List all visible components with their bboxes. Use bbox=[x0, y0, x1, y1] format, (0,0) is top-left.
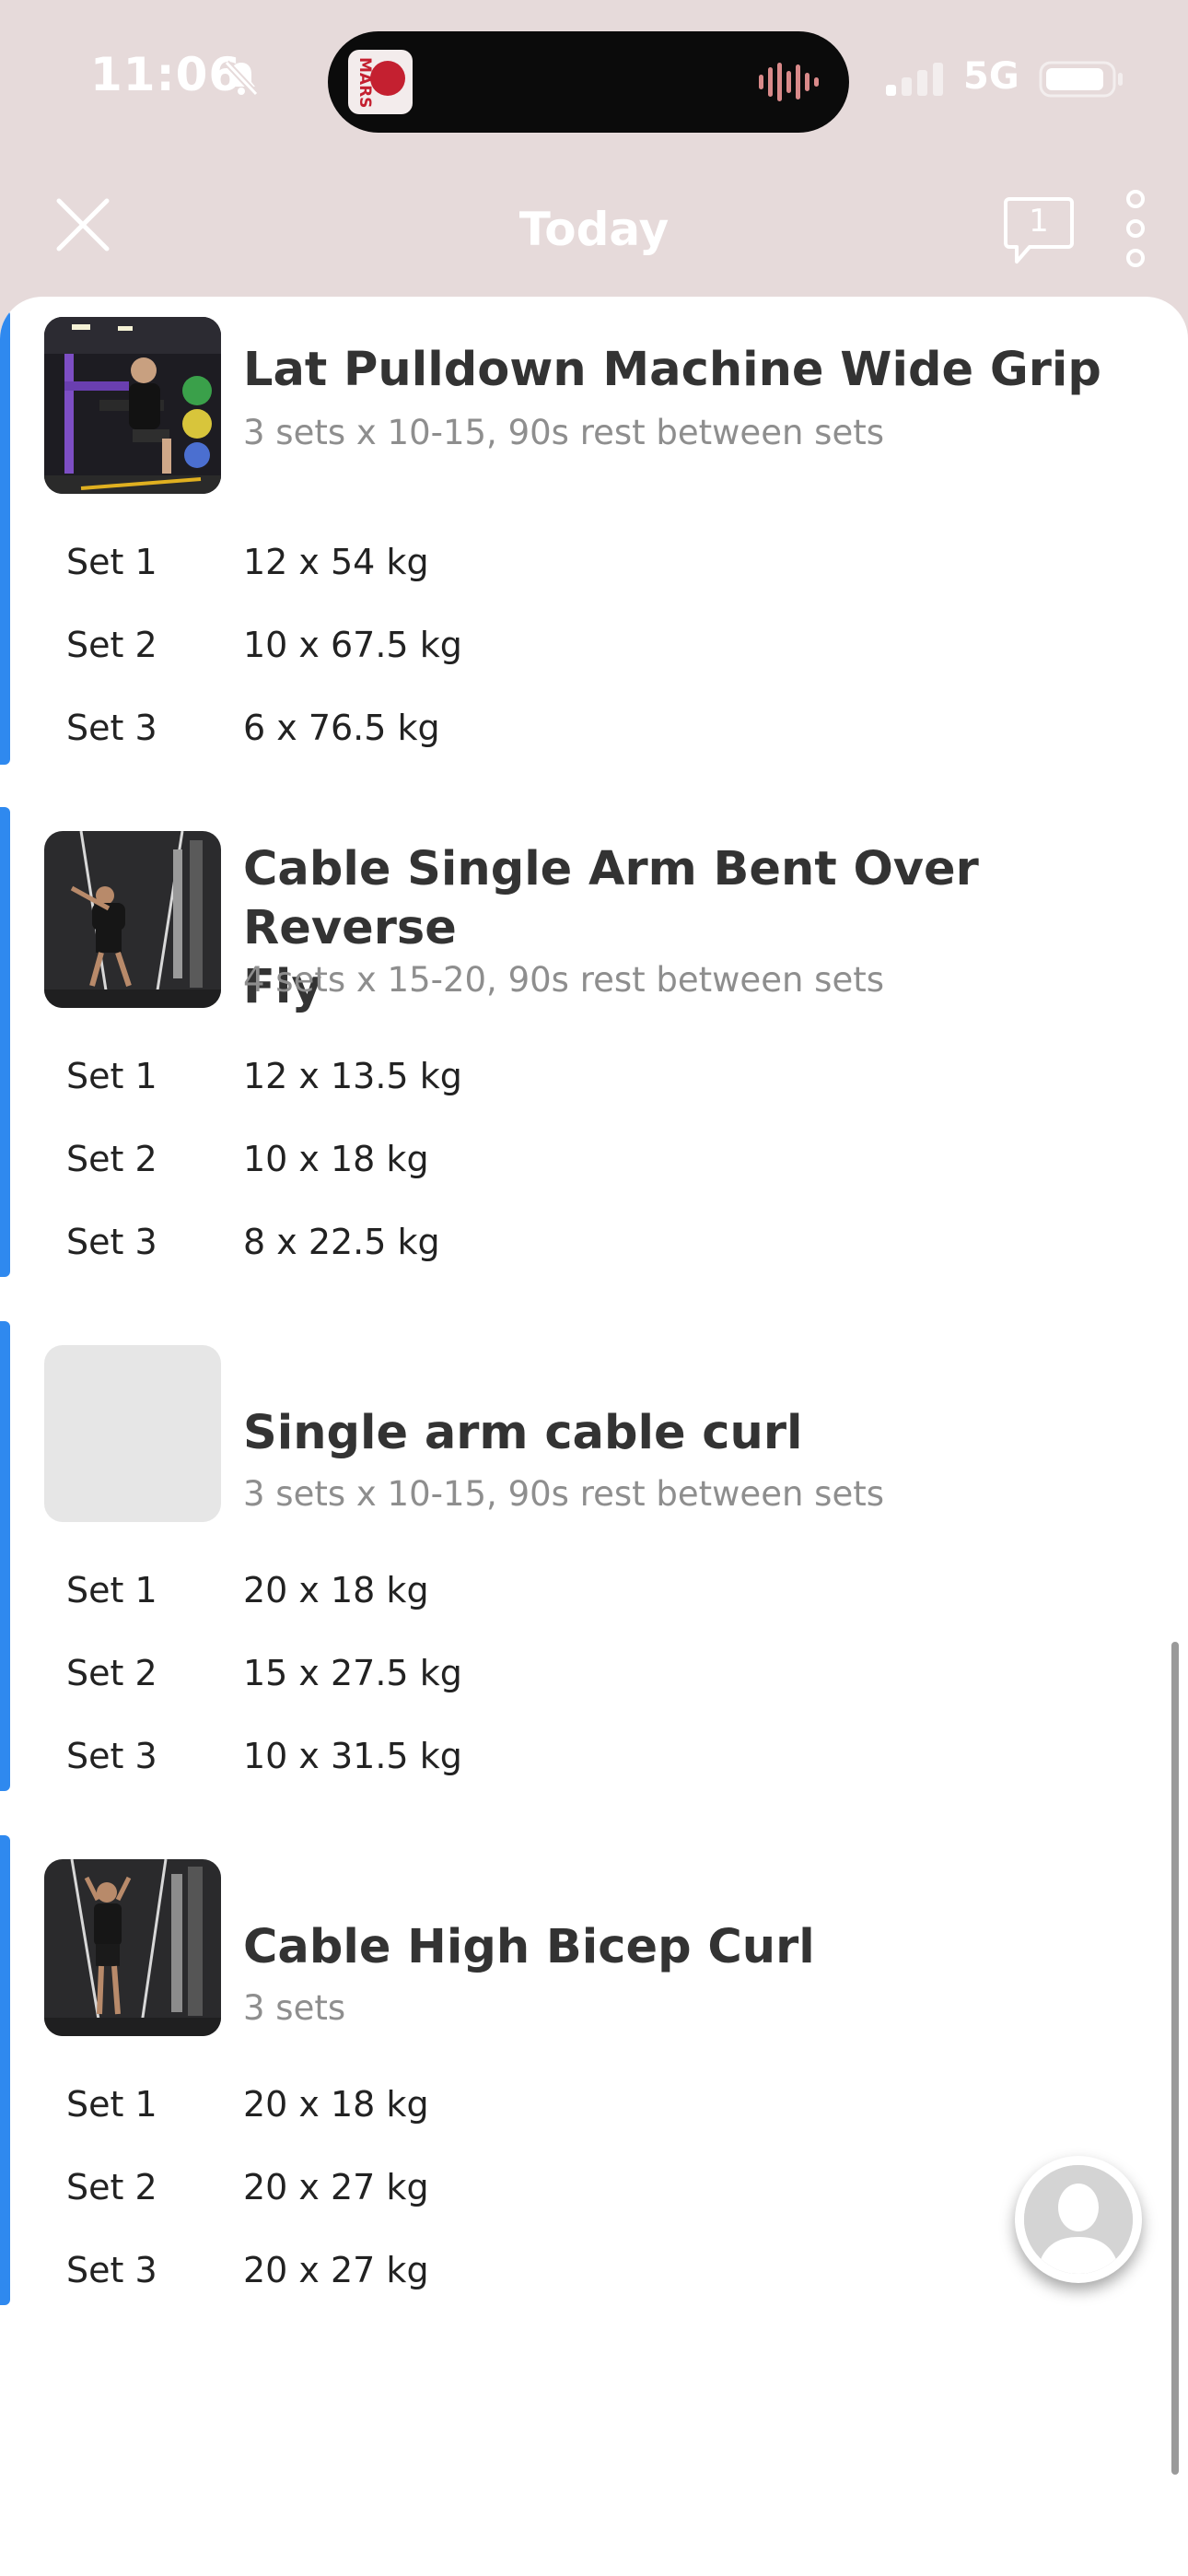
network-type: 5G bbox=[963, 55, 1019, 98]
island-logo-text: MARS bbox=[355, 57, 374, 109]
set-label: Set 2 bbox=[66, 1653, 157, 1693]
set-label: Set 1 bbox=[66, 542, 157, 582]
bicep-curl-image bbox=[44, 1859, 221, 2036]
set-result: 15 x 27.5 kg bbox=[243, 1653, 462, 1693]
set-row[interactable]: Set 2 20 x 27 kg bbox=[0, 2149, 1188, 2222]
set-result: 10 x 31.5 kg bbox=[243, 1736, 462, 1776]
comments-count: 1 bbox=[1029, 203, 1049, 240]
avatar bbox=[1024, 2165, 1133, 2274]
set-result: 12 x 13.5 kg bbox=[243, 1056, 462, 1096]
set-result: 20 x 18 kg bbox=[243, 2084, 429, 2125]
set-result: 6 x 76.5 kg bbox=[243, 708, 440, 748]
bell-off-icon bbox=[224, 60, 259, 97]
status-bar: 11:06 MARS 5G bbox=[0, 0, 1188, 166]
lat-pulldown-image bbox=[44, 317, 221, 494]
set-row[interactable]: Set 3 8 x 22.5 kg bbox=[0, 1203, 1188, 1277]
exercise-prescription: 3 sets x 10-15, 90s rest between sets bbox=[243, 413, 884, 452]
more-icon[interactable] bbox=[1122, 188, 1149, 269]
dynamic-island[interactable]: MARS bbox=[328, 31, 849, 133]
set-row[interactable]: Set 2 15 x 27.5 kg bbox=[0, 1634, 1188, 1708]
scroll-indicator[interactable] bbox=[1171, 1642, 1179, 2475]
coach-avatar-button[interactable] bbox=[1015, 2156, 1142, 2283]
set-result: 20 x 27 kg bbox=[243, 2250, 429, 2290]
set-result: 8 x 22.5 kg bbox=[243, 1222, 440, 1262]
avatar-icon bbox=[1024, 2165, 1133, 2274]
set-row[interactable]: Set 1 12 x 54 kg bbox=[0, 523, 1188, 597]
nav-bar: Today 1 bbox=[0, 166, 1188, 295]
set-row[interactable]: Set 3 6 x 76.5 kg bbox=[0, 689, 1188, 763]
set-result: 20 x 18 kg bbox=[243, 1570, 429, 1610]
exercise-prescription: 4 sets x 15-20, 90s rest between sets bbox=[243, 960, 884, 1000]
set-label: Set 2 bbox=[66, 2167, 157, 2207]
set-label: Set 2 bbox=[66, 625, 157, 665]
set-label: Set 1 bbox=[66, 2084, 157, 2125]
set-result: 12 x 54 kg bbox=[243, 542, 429, 582]
workout-sheet: Lat Pulldown Machine Wide Grip 3 sets x … bbox=[0, 297, 1188, 2576]
exercise-prescription: 3 sets bbox=[243, 1988, 346, 2028]
set-label: Set 3 bbox=[66, 1222, 157, 1262]
status-time: 11:06 bbox=[90, 48, 242, 101]
comments-button[interactable]: 1 bbox=[1002, 193, 1076, 267]
set-label: Set 1 bbox=[66, 1056, 157, 1096]
exercise-prescription: 3 sets x 10-15, 90s rest between sets bbox=[243, 1474, 884, 1514]
set-row[interactable]: Set 1 20 x 18 kg bbox=[0, 1551, 1188, 1625]
set-result: 20 x 27 kg bbox=[243, 2167, 429, 2207]
exercise-card[interactable]: Cable Single Arm Bent Over Reverse Fly 4… bbox=[0, 807, 1188, 1277]
set-row[interactable]: Set 2 10 x 18 kg bbox=[0, 1120, 1188, 1194]
set-result: 10 x 67.5 kg bbox=[243, 625, 462, 665]
exercise-card[interactable]: Lat Pulldown Machine Wide Grip 3 sets x … bbox=[0, 297, 1188, 765]
set-row[interactable]: Set 3 10 x 31.5 kg bbox=[0, 1717, 1188, 1791]
set-result: 10 x 18 kg bbox=[243, 1139, 429, 1179]
app-screen: 11:06 MARS 5G Today 1 Lat Pulldown Machi… bbox=[0, 0, 1188, 2576]
exercise-card[interactable]: Single arm cable curl 3 sets x 10-15, 90… bbox=[0, 1321, 1188, 1791]
exercise-title: Lat Pulldown Machine Wide Grip bbox=[243, 343, 1101, 397]
exercise-thumbnail bbox=[44, 317, 221, 494]
exercise-card[interactable]: Cable High Bicep Curl 3 sets Set 1 20 x … bbox=[0, 1835, 1188, 2305]
exercise-title-line: Cable Single Arm Bent Over Reverse bbox=[243, 842, 979, 955]
reverse-fly-image bbox=[44, 831, 221, 1008]
set-label: Set 3 bbox=[66, 2250, 157, 2290]
exercise-thumbnail bbox=[44, 1859, 221, 2036]
set-row[interactable]: Set 3 20 x 27 kg bbox=[0, 2231, 1188, 2305]
set-label: Set 2 bbox=[66, 1139, 157, 1179]
island-logo-mark bbox=[370, 61, 405, 96]
exercise-thumbnail bbox=[44, 831, 221, 1008]
exercise-title: Cable High Bicep Curl bbox=[243, 1920, 815, 1974]
set-row[interactable]: Set 1 20 x 18 kg bbox=[0, 2066, 1188, 2139]
battery-icon bbox=[1039, 61, 1123, 98]
signal-icon bbox=[886, 63, 943, 96]
exercise-title: Single arm cable curl bbox=[243, 1406, 803, 1460]
set-label: Set 1 bbox=[66, 1570, 157, 1610]
set-row[interactable]: Set 1 12 x 13.5 kg bbox=[0, 1037, 1188, 1111]
set-row[interactable]: Set 2 10 x 67.5 kg bbox=[0, 606, 1188, 680]
set-label: Set 3 bbox=[66, 708, 157, 748]
waveform-icon bbox=[759, 63, 819, 101]
set-label: Set 3 bbox=[66, 1736, 157, 1776]
island-app-icon: MARS bbox=[348, 50, 413, 114]
exercise-thumbnail-placeholder bbox=[44, 1345, 221, 1522]
